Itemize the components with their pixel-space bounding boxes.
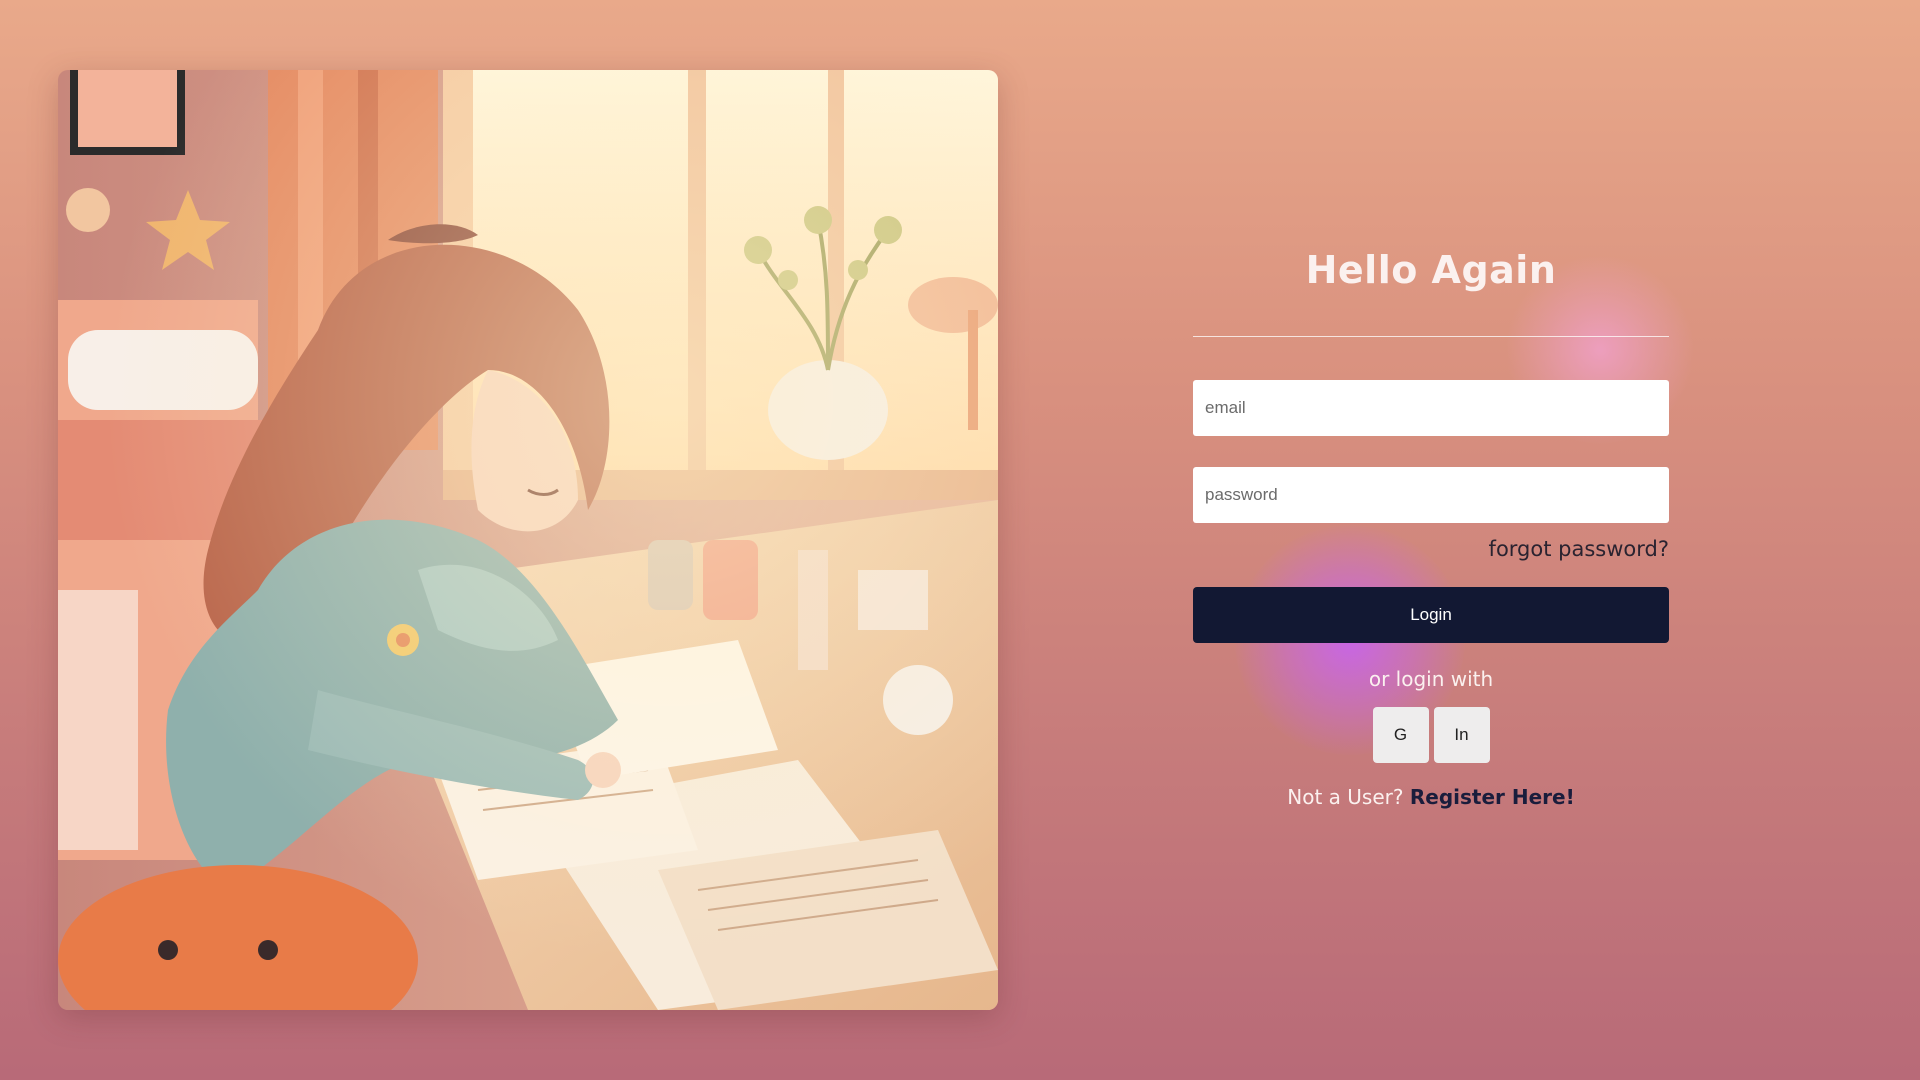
- register-link[interactable]: Register Here!: [1410, 785, 1575, 809]
- login-button[interactable]: Login: [1193, 587, 1669, 643]
- page-title: Hello Again: [1305, 248, 1557, 292]
- forgot-password-link[interactable]: forgot password?: [1193, 537, 1669, 561]
- linkedin-login-button[interactable]: In: [1433, 707, 1490, 763]
- alt-login-label: or login with: [1368, 667, 1494, 691]
- login-form: Hello Again forgot password? Login or lo…: [1193, 240, 1669, 809]
- register-prompt-text: Not a User?: [1287, 785, 1404, 809]
- title-divider: [1193, 336, 1669, 337]
- email-input[interactable]: [1193, 380, 1669, 436]
- hero-illustration: [58, 70, 998, 1010]
- social-login-group: G In: [1193, 707, 1669, 763]
- password-input[interactable]: [1193, 467, 1669, 523]
- google-login-button[interactable]: G: [1372, 707, 1429, 763]
- study-scene-image: [58, 70, 998, 1010]
- register-prompt: Not a User? Register Here!: [1193, 785, 1669, 809]
